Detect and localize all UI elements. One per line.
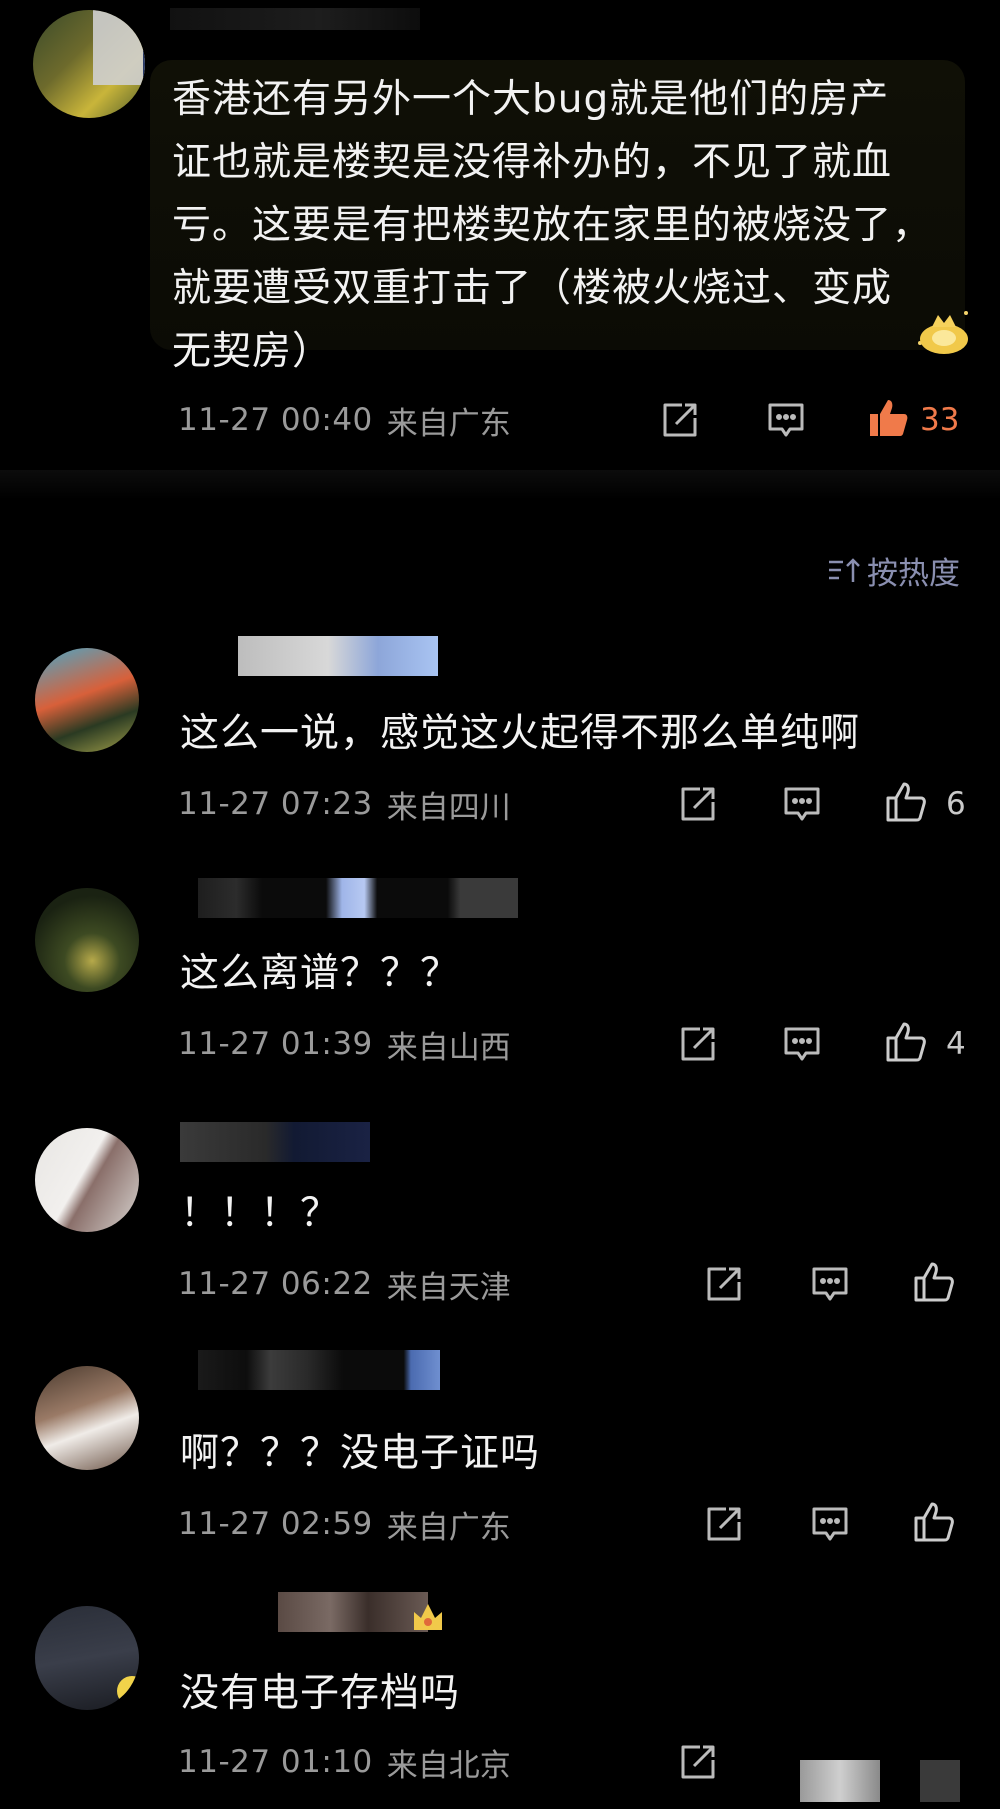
comment-button[interactable] — [764, 398, 808, 442]
share-button[interactable] — [676, 1740, 720, 1784]
comment-time: 11-27 06:22 — [178, 1266, 373, 1302]
like-button[interactable] — [912, 1500, 956, 1544]
redacted-area — [800, 1760, 880, 1802]
avatar[interactable] — [35, 888, 139, 992]
thumbs-up-icon — [886, 1022, 926, 1062]
comment-line: 证也就是楼契是没得补办的，不见了就血 — [172, 140, 893, 185]
avatar[interactable] — [35, 1606, 139, 1710]
like-button[interactable] — [866, 396, 910, 440]
username-redacted[interactable] — [198, 878, 518, 918]
comment-time: 11-27 01:10 — [178, 1744, 373, 1780]
share-button[interactable] — [658, 398, 702, 442]
share-button[interactable] — [676, 782, 720, 826]
comment-time: 11-27 07:23 — [178, 786, 373, 822]
username-redacted[interactable] — [170, 8, 420, 30]
like-button[interactable] — [884, 1020, 928, 1064]
comment-text: 这么一说，感觉这火起得不那么单纯啊 — [180, 711, 861, 756]
sort-toggle[interactable]: 按热度 — [827, 548, 960, 593]
comment-button[interactable] — [780, 1022, 824, 1066]
like-count: 6 — [946, 786, 966, 822]
redacted-area — [920, 1760, 960, 1802]
like-count: 33 — [920, 402, 960, 438]
comment-location: 来自四川 — [386, 789, 511, 826]
share-icon — [707, 1267, 741, 1301]
comment-button[interactable] — [808, 1502, 852, 1546]
username-redacted[interactable] — [180, 1122, 370, 1162]
comment-icon — [784, 1027, 820, 1061]
like-button[interactable] — [884, 780, 928, 824]
username-redacted[interactable] — [278, 1592, 428, 1632]
comment-location: 来自广东 — [386, 1509, 511, 1546]
comment-button[interactable] — [780, 782, 824, 826]
comment-time: 11-27 01:39 — [178, 1026, 373, 1062]
thumbs-up-icon — [886, 782, 926, 822]
sort-icon — [829, 557, 860, 582]
thumbs-up-icon — [870, 400, 908, 436]
crown-badge-icon — [918, 311, 968, 354]
username-redacted[interactable] — [198, 1350, 440, 1390]
comment-text: 没有电子存档吗 — [180, 1671, 461, 1716]
share-button[interactable] — [676, 1022, 720, 1066]
share-icon — [681, 1745, 715, 1779]
comment-icon — [812, 1507, 848, 1541]
share-button[interactable] — [702, 1262, 746, 1306]
comment-location: 来自广东 — [386, 405, 511, 442]
share-icon — [663, 403, 697, 437]
share-button[interactable] — [702, 1502, 746, 1546]
comment-icon — [768, 403, 804, 437]
like-button[interactable] — [912, 1260, 956, 1304]
username-redacted[interactable] — [238, 636, 438, 676]
sort-label: 按热度 — [867, 556, 960, 592]
avatar[interactable] — [35, 1128, 139, 1232]
comment-line: 就要遭受双重打击了（楼被火烧过、变成 — [172, 266, 893, 311]
share-icon — [681, 787, 715, 821]
comment-text: 香港还有另外一个大bug就是他们的房产 证也就是楼契是没得补办的，不见了就血 亏… — [172, 68, 952, 383]
avatar[interactable] — [35, 1366, 139, 1470]
comment-time: 11-27 00:40 — [178, 402, 373, 438]
comment-line: 亏。这要是有把楼契放在家里的被烧没了， — [172, 203, 933, 248]
comment-icon — [784, 787, 820, 821]
comment-text: 啊？？？没电子证吗 — [180, 1431, 541, 1476]
crown-badge-icon — [414, 1604, 442, 1630]
share-icon — [707, 1507, 741, 1541]
section-divider — [0, 470, 1000, 500]
comment-time: 11-27 02:59 — [178, 1506, 373, 1542]
avatar[interactable] — [35, 648, 139, 752]
share-icon — [681, 1027, 715, 1061]
comment-icon — [812, 1267, 848, 1301]
comment-line: 无契房） — [172, 329, 333, 374]
avatar[interactable] — [33, 10, 145, 118]
comment-location: 来自天津 — [386, 1269, 511, 1306]
comment-line: 香港还有另外一个大bug就是他们的房产 — [172, 77, 890, 122]
comment-location: 来自山西 — [386, 1029, 511, 1066]
thumbs-up-icon — [914, 1262, 954, 1302]
featured-comment: 香港还有另外一个大bug就是他们的房产 证也就是楼契是没得补办的，不见了就血 亏… — [0, 0, 1000, 470]
like-count: 4 — [946, 1026, 966, 1062]
comment-text: ！！！？ — [180, 1191, 341, 1236]
comment-location: 来自北京 — [386, 1747, 511, 1784]
thumbs-up-icon — [914, 1502, 954, 1542]
comment-text: 这么离谱？？？ — [180, 951, 461, 996]
comment-button[interactable] — [808, 1262, 852, 1306]
